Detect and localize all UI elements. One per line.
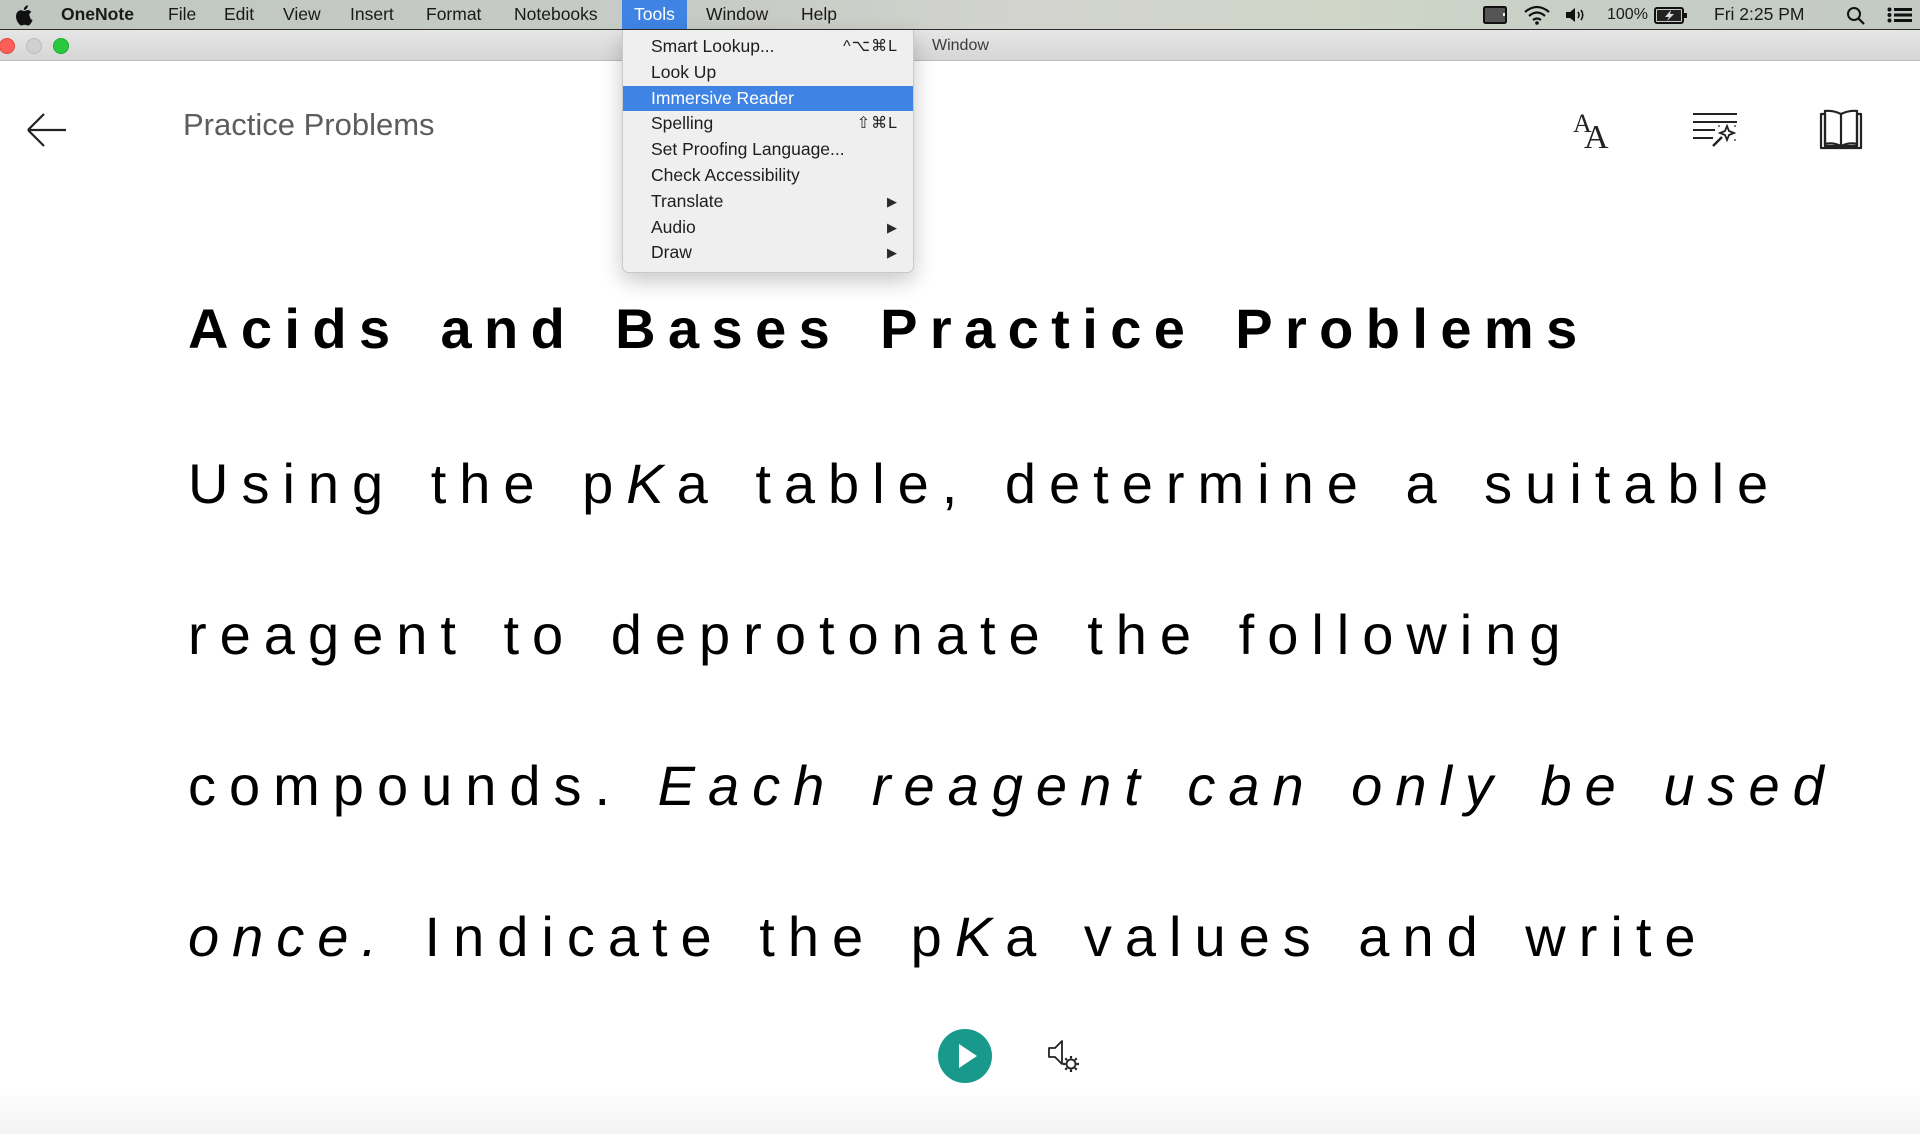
text-run: a table, determine a suitable <box>676 452 1782 515</box>
menu-insert[interactable]: Insert <box>350 0 394 29</box>
svg-text:A: A <box>1584 119 1609 154</box>
reading-preferences-icon[interactable] <box>1815 104 1867 154</box>
wifi-icon[interactable] <box>1523 5 1551 25</box>
text-run-italic: K <box>626 452 677 515</box>
notification-center-icon[interactable] <box>1887 7 1913 23</box>
menu-format[interactable]: Format <box>426 0 481 29</box>
back-arrow-icon[interactable] <box>24 108 70 152</box>
menu-item-label: Look Up <box>651 61 717 82</box>
window-zoom-button[interactable] <box>53 38 69 54</box>
submenu-arrow-icon: ▶ <box>887 245 897 261</box>
battery-charging-icon[interactable] <box>1654 7 1688 24</box>
menu-window[interactable]: Window <box>706 0 768 29</box>
grammar-options-icon[interactable] <box>1689 104 1741 154</box>
menu-item-set-proofing-language[interactable]: Set Proofing Language... <box>623 137 913 163</box>
battery-percent[interactable]: 100% <box>1607 0 1648 29</box>
text-run: compounds. <box>188 754 658 817</box>
menu-item-label: Translate <box>651 190 724 211</box>
menu-item-immersive-reader[interactable]: Immersive Reader <box>623 85 913 112</box>
play-button[interactable] <box>938 1029 992 1083</box>
submenu-arrow-icon: ▶ <box>887 219 897 235</box>
menu-item-smart-lookup[interactable]: Smart Lookup... ^⌥⌘L <box>623 34 913 60</box>
menu-item-spelling[interactable]: Spelling ⇧⌘L <box>623 111 913 137</box>
voice-settings-icon[interactable] <box>1044 1036 1084 1076</box>
tools-dropdown-menu: Smart Lookup... ^⌥⌘L Look Up Immersive R… <box>622 30 914 273</box>
menu-item-translate[interactable]: Translate ▶ <box>623 189 913 215</box>
menu-item-draw[interactable]: Draw ▶ <box>623 240 913 266</box>
text-run: Indicate the p <box>390 905 955 968</box>
volume-icon[interactable] <box>1565 7 1589 23</box>
window-title: Window <box>932 37 989 54</box>
text-run-italic: K <box>954 905 1006 968</box>
content-line-3: compounds. Each reagent can only be used <box>188 753 1837 818</box>
macos-menu-bar: OneNote File Edit View Insert Format Not… <box>0 0 1920 30</box>
bottom-bar-shadow <box>0 1088 1920 1134</box>
menu-item-audio[interactable]: Audio ▶ <box>623 215 913 241</box>
menu-item-shortcut: ⇧⌘L <box>856 115 898 133</box>
menu-item-shortcut: ^⌥⌘L <box>843 38 898 55</box>
menubar-clock[interactable]: Fri 2:25 PM <box>1714 0 1804 29</box>
play-icon <box>959 1044 977 1068</box>
menu-item-label: Smart Lookup... <box>651 36 775 56</box>
menu-item-look-up[interactable]: Look Up <box>623 60 913 86</box>
text-run-italic: once. <box>188 905 390 968</box>
menu-edit[interactable]: Edit <box>224 0 254 29</box>
content-line-1: Using the pKa table, determine a suitabl… <box>188 451 1781 516</box>
text-options-icon[interactable]: A A <box>1567 104 1619 154</box>
menu-item-label: Immersive Reader <box>651 87 794 108</box>
menu-item-label: Spelling <box>651 113 714 134</box>
menu-file[interactable]: File <box>168 0 196 29</box>
text-run-italic: Each reagent can only be used <box>657 754 1837 817</box>
menu-tools[interactable]: Tools <box>622 0 687 29</box>
menu-view[interactable]: View <box>283 0 321 29</box>
text-run: Using the p <box>188 452 627 515</box>
menu-item-label: Audio <box>651 216 696 237</box>
menu-item-check-accessibility[interactable]: Check Accessibility <box>623 163 913 189</box>
content-heading: Acids and Bases Practice Problems <box>188 297 1590 360</box>
window-minimize-button[interactable] <box>26 38 42 54</box>
spotlight-search-icon[interactable] <box>1846 6 1866 26</box>
menu-item-label: Draw <box>651 242 692 263</box>
window-title-bar: Window <box>0 30 1920 61</box>
window-close-button[interactable] <box>0 38 15 54</box>
apple-logo-icon[interactable] <box>15 4 35 26</box>
content-line-4: once. Indicate the pKa values and write <box>188 904 1709 969</box>
menu-item-label: Set Proofing Language... <box>651 139 845 160</box>
menu-item-label: Check Accessibility <box>651 164 800 185</box>
text-run: a values and write <box>1005 905 1709 968</box>
menu-notebooks[interactable]: Notebooks <box>514 0 598 29</box>
text-run: reagent to deprotonate the following <box>188 603 1574 666</box>
display-icon[interactable] <box>1483 6 1508 24</box>
submenu-arrow-icon: ▶ <box>887 193 897 209</box>
content-line-2: reagent to deprotonate the following <box>188 602 1574 667</box>
page-title: Practice Problems <box>183 107 435 142</box>
menu-help[interactable]: Help <box>801 0 837 29</box>
menu-app-onenote[interactable]: OneNote <box>61 0 134 29</box>
